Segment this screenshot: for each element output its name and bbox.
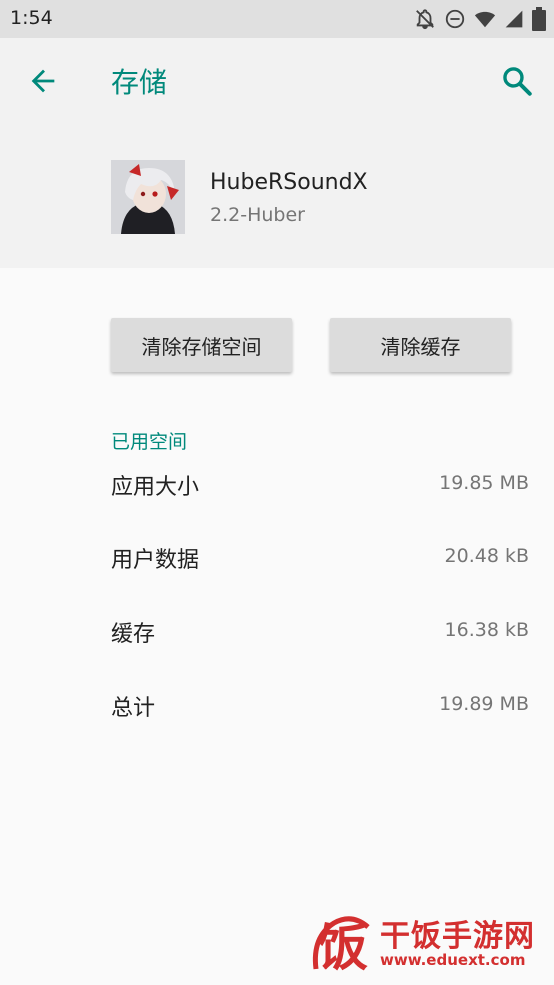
- row-value: 19.89 MB: [439, 693, 529, 715]
- watermark-logo: 饭: [312, 916, 370, 977]
- watermark-title: 干饭手游网: [380, 919, 535, 954]
- section-title-space-used: 已用空间: [111, 431, 188, 453]
- app-version: 2.2-Huber: [210, 204, 305, 226]
- watermark: 饭 干饭手游网 www.eduext.com: [308, 907, 540, 977]
- clear-cache-button[interactable]: 清除缓存: [330, 318, 511, 372]
- row-label: 总计: [111, 696, 156, 721]
- storage-row-total: 总计 19.89 MB: [111, 690, 529, 730]
- app-header: HubeRSoundX 2.2-Huber: [0, 122, 554, 268]
- storage-row-user-data: 用户数据 20.48 kB: [111, 542, 529, 582]
- row-value: 20.48 kB: [444, 545, 529, 567]
- watermark-glyph: 饭: [318, 919, 368, 977]
- back-button[interactable]: [26, 64, 60, 98]
- app-icon: [111, 160, 185, 234]
- row-label: 应用大小: [111, 475, 200, 500]
- row-label: 缓存: [111, 622, 156, 647]
- battery-icon: [532, 7, 546, 31]
- row-label: 用户数据: [111, 548, 200, 573]
- row-value: 16.38 kB: [444, 619, 529, 641]
- storage-row-app-size: 应用大小 19.85 MB: [111, 469, 529, 509]
- notifications-off-icon: [414, 8, 436, 30]
- clear-storage-button[interactable]: 清除存储空间: [111, 318, 292, 372]
- do-not-disturb-icon: [444, 8, 466, 30]
- storage-row-cache: 缓存 16.38 kB: [111, 616, 529, 656]
- status-time: 1:54: [10, 7, 53, 29]
- app-bar: 存储: [0, 38, 554, 122]
- search-button[interactable]: [500, 64, 534, 98]
- watermark-url: www.eduext.com: [380, 951, 526, 969]
- status-icons: [414, 7, 546, 31]
- row-value: 19.85 MB: [439, 472, 529, 494]
- signal-icon: [504, 9, 524, 29]
- wifi-icon: [474, 8, 496, 30]
- arrow-back-icon: [31, 69, 55, 93]
- status-bar: 1:54: [0, 0, 554, 38]
- app-name: HubeRSoundX: [210, 170, 368, 195]
- page-title: 存储: [111, 66, 168, 99]
- search-icon: [503, 67, 532, 96]
